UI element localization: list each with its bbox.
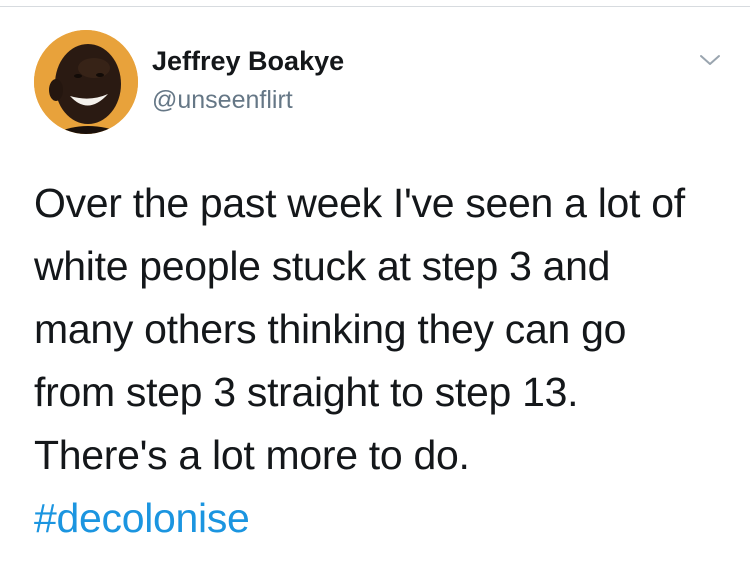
tweet-text-line: Over the past week I've seen a lot of <box>34 180 685 226</box>
tweet-text: Over the past week I've seen a lot of wh… <box>34 172 724 550</box>
chevron-down-icon[interactable] <box>698 48 722 72</box>
hashtag-link[interactable]: #decolonise <box>34 487 724 550</box>
tweet-header: Jeffrey Boakye @unseenflirt <box>30 28 730 138</box>
avatar[interactable] <box>34 30 138 134</box>
avatar-photo-icon <box>34 30 138 134</box>
tweet-text-line: white people stuck at step 3 and <box>34 243 611 289</box>
top-divider <box>0 6 750 7</box>
tweet-text-line: many others thinking they can go <box>34 306 627 352</box>
author-handle[interactable]: @unseenflirt <box>152 86 293 115</box>
author-display-name[interactable]: Jeffrey Boakye <box>152 46 344 77</box>
tweet-text-line: from step 3 straight to step 13. <box>34 369 579 415</box>
tweet-text-line: There's a lot more to do. <box>34 432 470 478</box>
